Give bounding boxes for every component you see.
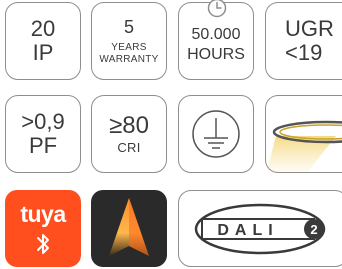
app-tile [91,190,167,267]
ring-light-icon [266,120,342,172]
warranty-years: 5 [123,17,134,37]
ip-label: IP [32,40,54,65]
ring-light-tile [265,95,342,173]
power-factor-tile: >0,9 PF [5,95,81,173]
ugr-label: <19 [285,40,323,65]
hours-label: HOURS [187,46,245,63]
dali-version: 2 [310,222,317,237]
cri-label: CRI [117,140,141,155]
dali-logo-text: DALI [217,222,278,239]
bluetooth-icon [37,233,49,254]
cri-tile: ≥80 CRI [91,95,167,173]
ip-rating-tile: 20 IP [5,2,81,80]
tuya-logo-text: tuya [20,200,66,227]
warranty-line1: YEARS [111,42,147,53]
app-logo-icon [109,198,149,256]
cri-value: ≥80 [109,112,149,139]
dali-2-tile: DALI 2 [178,190,342,267]
hours-value: 50.000 [191,26,241,43]
protective-earth-tile [178,95,254,173]
ground-icon [192,110,240,158]
pf-value: >0,9 [21,109,65,134]
ugr-tile: UGR <19 [265,2,342,80]
dali-logo-icon: DALI 2 [194,203,326,254]
tuya-bluetooth-tile: tuya [5,190,81,267]
lifetime-hours-tile: 50.000 HOURS [178,0,254,80]
ip-value: 20 [30,16,56,41]
warranty-line2: WARRANTY [99,54,159,65]
clock-icon [207,0,227,18]
ugr-value: UGR [285,16,334,41]
warranty-tile: 5 YEARS WARRANTY [91,2,167,80]
pf-label: PF [28,133,58,158]
